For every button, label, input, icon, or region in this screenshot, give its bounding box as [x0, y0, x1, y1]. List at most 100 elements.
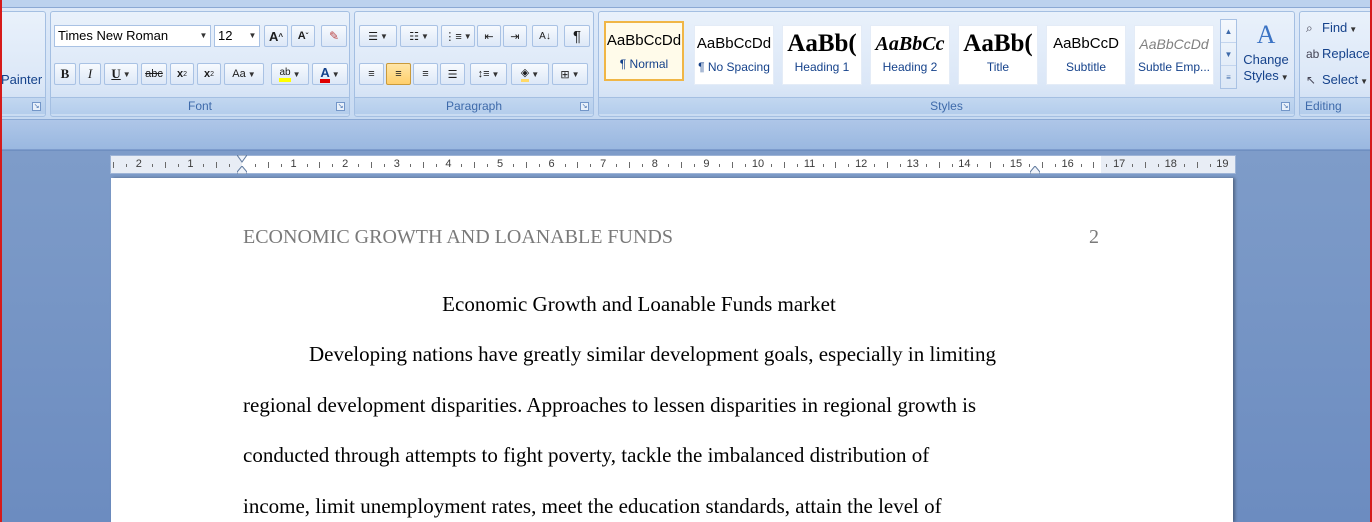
- ruler-tick: [512, 164, 514, 167]
- ruler-tick: [1093, 162, 1095, 168]
- ruler-tick: [1041, 162, 1043, 168]
- right-indent-marker[interactable]: [1030, 166, 1040, 174]
- horizontal-ruler[interactable]: 2 1 1 2 3 4 5 6 7 8 9 10 11 12 13 14 15 16 17 18 19: [110, 155, 1236, 174]
- ruler-number: 14: [958, 158, 971, 170]
- change-case-label: Aa: [232, 68, 246, 80]
- style-no-spacing[interactable]: AaBbCcDd ¶ No Spacing: [694, 25, 774, 85]
- grow-font-label: A: [268, 28, 279, 44]
- sort-icon: A↓: [539, 30, 551, 42]
- ruler-tick: [435, 164, 437, 167]
- superscript-button[interactable]: x2: [197, 63, 221, 85]
- multilevel-list-button[interactable]: ⋮≡ ▼: [441, 25, 475, 47]
- styles-launcher-icon[interactable]: ↘: [1281, 102, 1290, 111]
- change-case-button[interactable]: Aa ▼: [224, 63, 264, 85]
- ruler-tick: [280, 164, 282, 167]
- increase-indent-button[interactable]: ⇥: [503, 25, 527, 47]
- style-subtle-emphasis[interactable]: AaBbCcDd Subtle Emp...: [1134, 25, 1214, 85]
- clipboard-group: Painter ↘: [0, 11, 46, 117]
- highlight-button[interactable]: ab ▼: [271, 63, 309, 85]
- ruler-number: 8: [651, 158, 658, 170]
- style-subtitle[interactable]: AaBbCcD Subtitle: [1046, 25, 1126, 85]
- sort-button[interactable]: A↓: [532, 25, 558, 47]
- font-size-combo[interactable]: 12 ▼: [214, 25, 260, 47]
- hanging-indent-marker[interactable]: [237, 166, 247, 174]
- font-name-combo[interactable]: Times New Roman ▼: [54, 25, 211, 47]
- page-number: 2: [1089, 226, 1099, 248]
- ruler-number: 1: [187, 158, 194, 170]
- align-right-button[interactable]: ≡: [413, 63, 438, 85]
- select-button[interactable]: ↖ Select ▼: [1306, 72, 1368, 87]
- justify-icon: ☰: [447, 68, 458, 81]
- document-page[interactable]: ECONOMIC GROWTH AND LOANABLE FUNDS 2 Eco…: [111, 178, 1233, 522]
- document-title: Economic Growth and Loanable Funds marke…: [442, 292, 836, 316]
- ruler-number: 12: [855, 158, 868, 170]
- bold-button[interactable]: B: [54, 63, 76, 85]
- ruler-tick: [1209, 164, 1211, 167]
- ruler-tick: [564, 164, 566, 167]
- format-painter-button[interactable]: Painter: [1, 72, 42, 87]
- ruler-tick: [641, 164, 643, 167]
- chevron-down-icon: ▼: [199, 31, 208, 40]
- find-button[interactable]: ⌕ Find ▼: [1306, 20, 1357, 36]
- font-color-button[interactable]: A ▼: [312, 63, 348, 85]
- gallery-down-arrow-icon[interactable]: ▼: [1221, 43, 1236, 66]
- clear-formatting-button[interactable]: ✎: [321, 25, 347, 47]
- ruler-tick: [487, 164, 489, 167]
- caret-up-icon: ^: [278, 31, 284, 41]
- justify-button[interactable]: ☰: [440, 63, 465, 85]
- chevron-down-icon: ▼: [531, 69, 540, 79]
- bullets-button[interactable]: ☰ ▼: [359, 25, 397, 47]
- ruler-tick: [422, 162, 424, 168]
- style-normal[interactable]: AaBbCcDd ¶ Normal: [604, 21, 684, 81]
- chevron-down-icon: ▼: [1349, 25, 1358, 34]
- change-styles-button[interactable]: A Change Styles ▼: [1241, 18, 1291, 86]
- select-label: Select: [1322, 72, 1359, 87]
- ruler-tick: [1183, 164, 1185, 167]
- chevron-down-icon: ▼: [1280, 73, 1289, 82]
- ruler-tick: [1132, 164, 1134, 167]
- font-launcher-icon[interactable]: ↘: [336, 102, 345, 111]
- italic-button[interactable]: I: [79, 63, 101, 85]
- style-title[interactable]: AaBb( Title: [958, 25, 1038, 85]
- borders-button[interactable]: ⊞ ▼: [552, 63, 588, 85]
- grow-font-button[interactable]: A ^: [264, 25, 288, 47]
- ruler-tick: [474, 162, 476, 168]
- align-center-button[interactable]: ≡: [386, 63, 411, 85]
- line-spacing-button[interactable]: ↕≡ ▼: [470, 63, 507, 85]
- decrease-indent-button[interactable]: ⇤: [477, 25, 501, 47]
- gallery-more-icon[interactable]: ≡: [1221, 66, 1236, 89]
- align-left-button[interactable]: ≡: [359, 63, 384, 85]
- style-name: Title: [986, 60, 1010, 74]
- numbering-button[interactable]: ☷ ▼: [400, 25, 438, 47]
- ruler-tick: [732, 162, 734, 168]
- style-heading-1[interactable]: AaBb( Heading 1: [782, 25, 862, 85]
- align-center-icon: ≡: [395, 68, 402, 80]
- ribbon-bottom-band: [0, 120, 1372, 150]
- paragraph-launcher-icon[interactable]: ↘: [580, 102, 589, 111]
- show-formatting-button[interactable]: ¶: [564, 25, 590, 47]
- ruler-tick: [590, 164, 592, 167]
- replace-button[interactable]: ab Replace: [1306, 46, 1370, 61]
- shrink-font-button[interactable]: Aˇ: [291, 25, 315, 47]
- underline-button[interactable]: U ▼: [104, 63, 138, 85]
- clipboard-launcher-icon[interactable]: ↘: [32, 102, 41, 111]
- subscript-button[interactable]: x2: [170, 63, 194, 85]
- first-line-indent-marker[interactable]: [237, 155, 247, 163]
- superscript-mark-icon: 2: [210, 70, 215, 78]
- bullet-list-icon: ☰: [368, 30, 378, 43]
- ruler-tick: [216, 162, 218, 168]
- chevron-down-icon: ▼: [463, 31, 472, 41]
- ruler-tick: [848, 164, 850, 167]
- style-heading-2[interactable]: AaBbCc Heading 2: [870, 25, 950, 85]
- ruler-number: 7: [600, 158, 607, 170]
- chevron-down-icon: ▼: [122, 69, 131, 79]
- ruler-number: 2: [135, 158, 142, 170]
- styles-group-label: Styles: [599, 97, 1294, 114]
- replace-icon: ab: [1306, 47, 1320, 61]
- strikethrough-button[interactable]: abc: [141, 63, 167, 85]
- paint-bucket-icon: ◈: [520, 66, 530, 82]
- chevron-down-icon: ▼: [379, 31, 388, 41]
- ruler-number: 11: [803, 158, 816, 170]
- shading-button[interactable]: ◈ ▼: [511, 63, 549, 85]
- gallery-up-arrow-icon[interactable]: ▲: [1221, 20, 1236, 43]
